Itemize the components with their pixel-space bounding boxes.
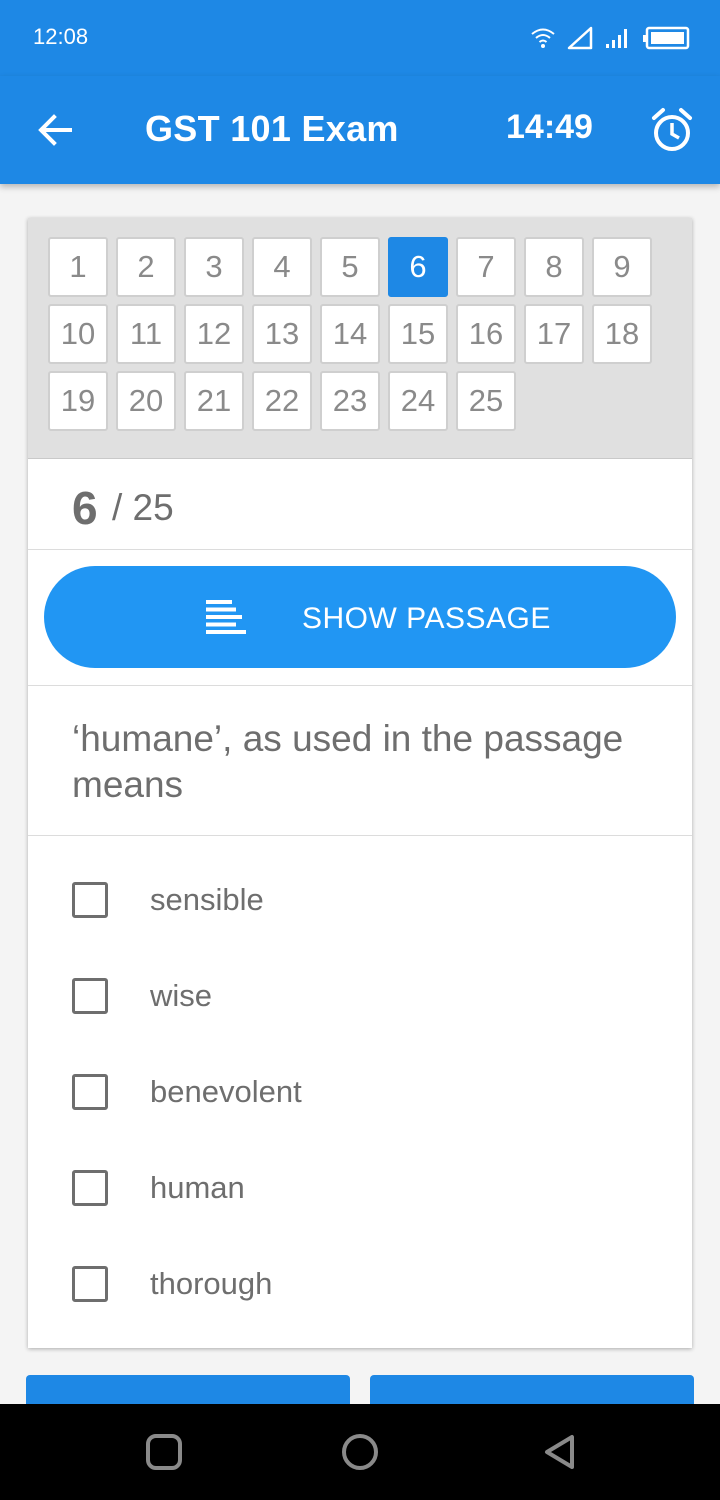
checkbox[interactable] (72, 1266, 108, 1302)
question-number-18[interactable]: 18 (592, 304, 652, 364)
question-number-11[interactable]: 11 (116, 304, 176, 364)
app-bar: GST 101 Exam 14:49 (0, 76, 720, 184)
question-number-25[interactable]: 25 (456, 371, 516, 431)
option-item[interactable]: wise (28, 950, 692, 1040)
question-number-10[interactable]: 10 (48, 304, 108, 364)
question-text: ‘humane’, as used in the passage means (72, 718, 624, 805)
question-counter: 6 / 25 (28, 459, 692, 550)
passage-row: SHOW PASSAGE (28, 550, 692, 686)
option-item[interactable]: benevolent (28, 1046, 692, 1136)
status-icons (530, 24, 690, 52)
page-title: GST 101 Exam (145, 108, 399, 149)
question-number-7[interactable]: 7 (456, 237, 516, 297)
option-label: thorough (150, 1266, 273, 1301)
signal-bars-icon (606, 29, 627, 48)
question-number-6[interactable]: 6 (388, 237, 448, 297)
question-number-2[interactable]: 2 (116, 237, 176, 297)
status-time: 12:08 (33, 24, 89, 49)
counter-current: 6 (72, 482, 98, 534)
question-nav-grid: 1 2 3 4 5 6 7 8 9 10 11 12 13 14 15 16 17 18 19 20 21 22 23 24 2… (28, 218, 692, 459)
checkbox[interactable] (72, 882, 108, 918)
show-passage-button[interactable]: SHOW PASSAGE (44, 566, 676, 668)
question-number-5[interactable]: 5 (320, 237, 380, 297)
signal-triangle-icon (567, 26, 593, 50)
question-number-12[interactable]: 12 (184, 304, 244, 364)
checkbox[interactable] (72, 1170, 108, 1206)
option-label: human (150, 1170, 245, 1205)
square-icon[interactable] (144, 1432, 184, 1472)
question-number-1[interactable]: 1 (48, 237, 108, 297)
question-number-4[interactable]: 4 (252, 237, 312, 297)
option-label: sensible (150, 882, 264, 917)
show-passage-label: SHOW PASSAGE (302, 602, 551, 635)
question-card: 1 2 3 4 5 6 7 8 9 10 11 12 13 14 15 16 17 18 19 20 21 22 23 24 2… (28, 218, 692, 1348)
counter-total: / 25 (112, 487, 174, 528)
option-item[interactable]: human (28, 1142, 692, 1232)
question-number-17[interactable]: 17 (524, 304, 584, 364)
circle-icon[interactable] (340, 1432, 380, 1472)
question-number-3[interactable]: 3 (184, 237, 244, 297)
status-bar: 12:08 (0, 0, 720, 76)
question-number-21[interactable]: 21 (184, 371, 244, 431)
checkbox[interactable] (72, 978, 108, 1014)
exam-timer: 14:49 (506, 108, 593, 146)
question-number-9[interactable]: 9 (592, 237, 652, 297)
system-nav-bar (0, 1404, 720, 1500)
option-label: benevolent (150, 1074, 302, 1109)
wifi-icon (531, 28, 555, 48)
battery-icon (643, 26, 690, 50)
question-number-23[interactable]: 23 (320, 371, 380, 431)
checkbox[interactable] (72, 1074, 108, 1110)
alarm-clock-icon[interactable] (650, 106, 694, 154)
triangle-back-icon[interactable] (540, 1432, 580, 1472)
question-number-15[interactable]: 15 (388, 304, 448, 364)
question-number-19[interactable]: 19 (48, 371, 108, 431)
question-number-14[interactable]: 14 (320, 304, 380, 364)
option-item[interactable]: thorough (28, 1238, 692, 1328)
question-number-22[interactable]: 22 (252, 371, 312, 431)
arrow-left-icon[interactable] (34, 108, 78, 152)
option-label: wise (150, 978, 213, 1013)
question-number-13[interactable]: 13 (252, 304, 312, 364)
question-number-24[interactable]: 24 (388, 371, 448, 431)
question-number-8[interactable]: 8 (524, 237, 584, 297)
question-row: ‘humane’, as used in the passage means (28, 686, 692, 836)
question-number-20[interactable]: 20 (116, 371, 176, 431)
option-item[interactable]: sensible (28, 854, 692, 944)
text-lines-icon (206, 600, 246, 634)
question-number-16[interactable]: 16 (456, 304, 516, 364)
